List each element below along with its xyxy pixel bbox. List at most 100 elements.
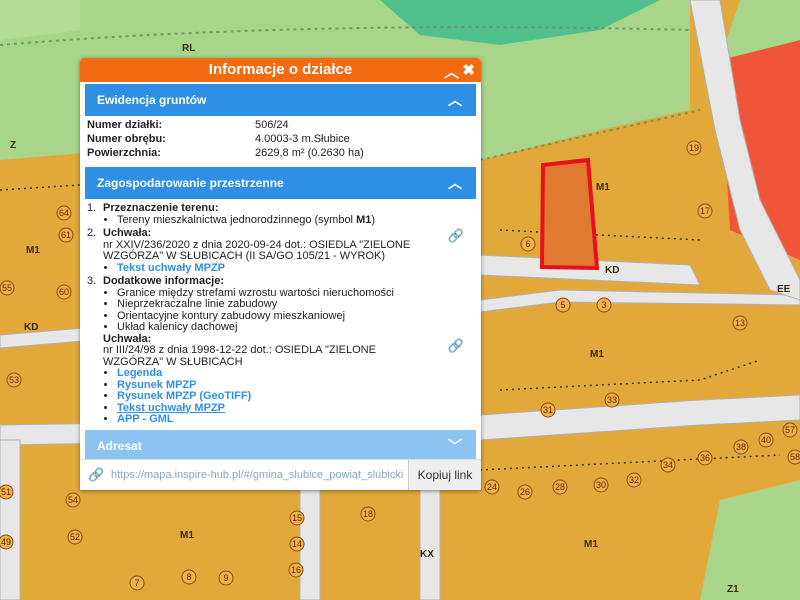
parcel-number-label: 58 bbox=[790, 452, 800, 462]
section-label: Adresat bbox=[97, 438, 142, 453]
panel-title: Informacje o działce bbox=[208, 61, 353, 78]
detail-value: 2629,8 m² (0.2630 ha) bbox=[255, 147, 364, 159]
parcel-number-label: 3 bbox=[601, 300, 606, 310]
info-bullet: Nieprzekraczalne linie zabudowy bbox=[117, 298, 474, 311]
link-icon[interactable]: 🔗 bbox=[448, 339, 464, 351]
parcel-number-label: 14 bbox=[292, 539, 302, 549]
resolution-text: nr III/24/98 z dnia 1998-12-22 dot.: OSI… bbox=[103, 344, 376, 368]
copy-link-button[interactable]: Kopiuj link bbox=[408, 460, 481, 490]
list-item: 2. 🔗 Uchwała: nr XXIV/236/2020 z dnia 20… bbox=[87, 227, 474, 274]
item-text: Tereny mieszkalnictwa jednorodzinnego (s… bbox=[117, 213, 357, 226]
list-item: 1. Przeznaczenie terenu: Tereny mieszkal… bbox=[87, 202, 474, 226]
parcel-number-label: 7 bbox=[134, 578, 139, 588]
plan-geotiff-link[interactable]: Rysunek MPZP (GeoTIFF) bbox=[117, 390, 251, 402]
parcel-number-label: 26 bbox=[520, 487, 530, 497]
detail-row: Powierzchnia: 2629,8 m² (0.2630 ha) bbox=[87, 147, 474, 161]
parcel-number-label: 54 bbox=[68, 495, 78, 505]
close-icon[interactable]: ✖ bbox=[462, 61, 475, 79]
list-item: 3. Dodatkowe informacje: Granice między … bbox=[87, 275, 474, 426]
parcel-number-label: 34 bbox=[663, 460, 673, 470]
detail-key: Numer działki: bbox=[87, 119, 163, 131]
detail-value: 506/24 bbox=[255, 119, 289, 131]
resolution-text-link[interactable]: Tekst uchwały MPZP bbox=[117, 262, 225, 274]
item-heading: Dodatkowe informacje: bbox=[103, 275, 225, 287]
zone-label-rl: RL bbox=[182, 43, 195, 54]
panel-header: Informacje o działce ︿ ✖ bbox=[80, 58, 481, 82]
item-heading: Uchwała: bbox=[103, 332, 152, 345]
zone-label-m1: M1 bbox=[584, 539, 598, 550]
detail-row: Numer działki: 506/24 bbox=[87, 119, 474, 133]
parcel-number-label: 38 bbox=[736, 442, 746, 452]
section-zagospodarowanie-header[interactable]: Zagospodarowanie przestrzenne ︿ bbox=[85, 167, 476, 199]
parcel-number-label: 17 bbox=[700, 206, 710, 216]
parcel-number-label: 24 bbox=[487, 482, 497, 492]
app-gml-link[interactable]: APP - GML bbox=[117, 413, 174, 425]
parcel-number-label: 57 bbox=[785, 425, 795, 435]
selected-parcel[interactable] bbox=[539, 157, 600, 271]
section-label: Zagospodarowanie przestrzenne bbox=[97, 176, 284, 190]
zone-label-z: Z bbox=[10, 140, 16, 151]
zone-label-z1: Z1 bbox=[727, 584, 739, 595]
parcel-number-label: 60 bbox=[59, 287, 69, 297]
section-ewidencja-header[interactable]: Ewidencja gruntów ︿ bbox=[85, 84, 476, 116]
chevron-up-icon: ︿ bbox=[448, 92, 462, 108]
resolution-text: nr XXIV/236/2020 z dnia 2020-09-24 dot.:… bbox=[103, 238, 411, 262]
parcel-number-label: 19 bbox=[689, 143, 699, 153]
parcel-number-label: 55 bbox=[2, 283, 12, 293]
legend-link[interactable]: Legenda bbox=[117, 367, 162, 379]
detail-key: Numer obrębu: bbox=[87, 133, 166, 145]
zone-label-kd: KD bbox=[605, 265, 619, 276]
parcel-number-label: 53 bbox=[9, 375, 19, 385]
info-bullet: Układ kalenicy dachowej bbox=[117, 321, 474, 334]
parcel-number-label: 32 bbox=[629, 475, 639, 485]
parcel-number-label: 16 bbox=[291, 565, 301, 575]
chevron-up-icon: ︿ bbox=[448, 175, 462, 191]
parcel-number-label: 28 bbox=[555, 482, 565, 492]
zone-label-kx: KX bbox=[420, 549, 434, 560]
parcel-number-label: 30 bbox=[596, 480, 606, 490]
detail-row: Numer obrębu: 4.0003-3 m.Słubice bbox=[87, 133, 474, 147]
item-heading: Przeznaczenie terenu: bbox=[103, 202, 219, 214]
parcel-number-label: 51 bbox=[1, 487, 11, 497]
zone-label-ee: EE bbox=[777, 284, 791, 295]
chevron-up-icon[interactable]: ︿ bbox=[444, 61, 459, 82]
link-icon: 🔗 bbox=[88, 467, 105, 482]
resolution-text-link[interactable]: Tekst uchwały MPZP bbox=[117, 402, 225, 414]
link-icon[interactable]: 🔗 bbox=[448, 229, 464, 241]
parcel-number-label: 52 bbox=[70, 532, 80, 542]
zone-label-m1: M1 bbox=[590, 349, 604, 360]
parcel-number-label: 36 bbox=[700, 453, 710, 463]
zagospodarowanie-details: 1. Przeznaczenie terenu: Tereny mieszkal… bbox=[85, 199, 476, 428]
parcel-number-label: 33 bbox=[607, 395, 617, 405]
parcel-number-label: 64 bbox=[59, 208, 69, 218]
parcel-number-label: 9 bbox=[223, 573, 228, 583]
ewidencja-details: Numer działki: 506/24 Numer obrębu: 4.00… bbox=[85, 116, 476, 165]
chevron-down-icon: ﹀ bbox=[448, 437, 462, 454]
item-heading: Uchwała: bbox=[103, 227, 152, 239]
zone-label-m1: M1 bbox=[596, 182, 610, 193]
zone-label-m1: M1 bbox=[180, 530, 194, 541]
zone-symbol: M1 bbox=[356, 213, 372, 226]
section-label: Ewidencja gruntów bbox=[97, 93, 207, 107]
parcel-number-label: 15 bbox=[292, 513, 302, 523]
parcel-number-label: 61 bbox=[61, 230, 71, 240]
parcel-number-label: 6 bbox=[525, 239, 530, 249]
parcel-number-label: 40 bbox=[761, 435, 771, 445]
road-west bbox=[0, 439, 21, 600]
plan-drawing-link[interactable]: Rysunek MPZP bbox=[117, 379, 196, 391]
detail-value: 4.0003-3 m.Słubice bbox=[255, 133, 350, 145]
parcel-number-label: 8 bbox=[186, 572, 191, 582]
zone-label-kd: KD bbox=[24, 322, 38, 333]
share-url-field[interactable]: https://mapa.inspire-hub.pl/#/gmina_slub… bbox=[111, 469, 404, 481]
item-text-close: ) bbox=[371, 213, 376, 226]
parcel-number-label: 49 bbox=[1, 537, 11, 547]
section-adresat-header[interactable]: Adresat ﹀ bbox=[85, 429, 476, 462]
parcel-number-label: 31 bbox=[543, 405, 553, 415]
zone-label-m1: M1 bbox=[26, 245, 40, 256]
parcel-number-label: 13 bbox=[735, 318, 745, 328]
detail-key: Powierzchnia: bbox=[87, 147, 161, 159]
parcel-info-panel: Informacje o działce ︿ ✖ Ewidencja grunt… bbox=[80, 58, 481, 490]
parcel-number-label: 18 bbox=[363, 509, 373, 519]
share-link-bar: 🔗 https://mapa.inspire-hub.pl/#/gmina_sl… bbox=[80, 459, 481, 490]
parcel-number-label: 5 bbox=[560, 300, 565, 310]
